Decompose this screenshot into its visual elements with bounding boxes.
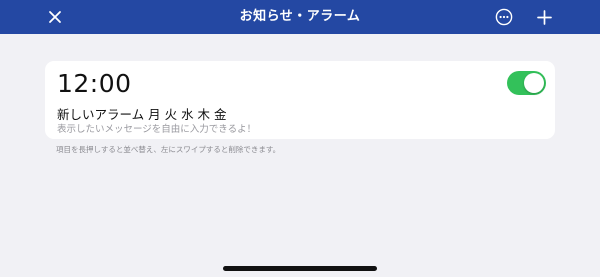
alarm-time: 12:00 [57, 69, 132, 98]
alarm-days: 月 火 水 木 金 [148, 107, 227, 122]
more-button[interactable] [487, 0, 521, 34]
plus-icon [536, 9, 552, 25]
home-indicator[interactable] [223, 266, 377, 271]
alarm-item[interactable]: 12:00 新しいアラーム月 火 水 木 金 表示したいメッセージを自由に入力で… [45, 61, 555, 139]
navigation-bar: お知らせ・アラーム [0, 0, 600, 34]
alarm-screen: お知らせ・アラーム 12:00 新しいアラーム月 火 水 木 金 表示したいメッ… [0, 0, 600, 277]
close-icon [49, 11, 61, 23]
close-button[interactable] [38, 0, 72, 34]
toggle-knob [524, 73, 544, 93]
alarm-toggle[interactable] [507, 71, 546, 95]
alarm-message: 表示したいメッセージを自由に入力できるよ！ [57, 124, 257, 135]
add-alarm-button[interactable] [527, 0, 561, 34]
more-icon [495, 8, 513, 26]
alarm-name: 新しいアラーム [57, 107, 145, 122]
instruction-text: 項目を長押しすると並べ替え、左にスワイプすると削除できます。 [56, 145, 281, 154]
